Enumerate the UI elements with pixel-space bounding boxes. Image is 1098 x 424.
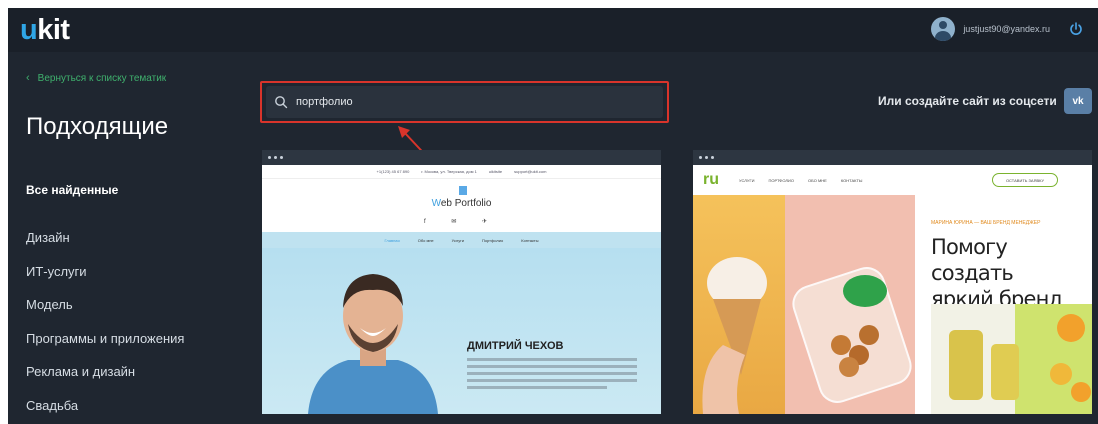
- ukit-logo[interactable]: ukit: [20, 14, 70, 47]
- vk-button[interactable]: vk: [1064, 88, 1092, 114]
- preview-nav-item: ОБО МНЕ: [808, 177, 827, 183]
- top-bar: ukit justjust90@yandex.ru: [8, 8, 1098, 52]
- preview-nav-item: Обо мне: [417, 237, 434, 243]
- power-icon[interactable]: [1068, 21, 1084, 37]
- preview-nav-item: КОНТАКТЫ: [840, 177, 863, 183]
- preview-nav-item: ПОРТФОЛИО: [768, 177, 795, 183]
- category-item[interactable]: Модель: [26, 297, 73, 312]
- preview-text-line: [467, 386, 607, 389]
- card-window-bar: [693, 150, 1092, 165]
- page-title: Подходящие: [26, 113, 169, 140]
- bottles-icon: [949, 304, 1092, 414]
- preview-text-line: [467, 365, 637, 368]
- preview-nav-item: Контакты: [521, 237, 539, 243]
- preview-person-name: ДМИТРИЙ ЧЕХОВ: [467, 340, 564, 352]
- preview-logo: ru: [703, 171, 719, 188]
- social-create-label: Или создайте сайт из соцсети: [878, 94, 1057, 108]
- jar-icon: [792, 267, 912, 403]
- window-dot: [268, 156, 271, 159]
- preview-address: г. Москва, ул. Тверская, дом 1: [421, 169, 477, 174]
- template-card-brand-manager[interactable]: ru УСЛУГИ ПОРТФОЛИО ОБО МНЕ КОНТАКТЫ ОСТ…: [693, 150, 1092, 414]
- preview-person-photo: [308, 274, 438, 414]
- category-item[interactable]: Свадьба: [26, 398, 78, 413]
- preview-phone: +1(123) 45 67 890: [376, 169, 410, 174]
- window-dot: [274, 156, 277, 159]
- preview-text-line: [467, 379, 637, 382]
- window-dot: [280, 156, 283, 159]
- preview-social: uikitsite: [488, 169, 503, 174]
- window-dot: [699, 156, 702, 159]
- preview-nav-item: Главная: [384, 237, 400, 243]
- app-window: ukit justjust90@yandex.ru ‹ Вернуться к …: [8, 8, 1098, 424]
- preview-logo-icon: [459, 186, 467, 195]
- category-all-found[interactable]: Все найденные: [26, 183, 118, 197]
- chevron-left-icon: ‹: [26, 72, 30, 84]
- category-item[interactable]: ИТ-услуги: [26, 264, 87, 279]
- preview-email: support@ukit.com: [514, 169, 547, 174]
- preview-headline: Помогу создать яркий бренд: [931, 235, 1063, 311]
- preview-ice-cream-photo: [693, 195, 785, 414]
- user-menu[interactable]: justjust90@yandex.ru: [931, 17, 1084, 41]
- card-window-bar: [262, 150, 661, 165]
- preview-site-title: Web Portfolio: [431, 198, 492, 209]
- preview-social-icons: f ✉ ✈: [423, 219, 500, 225]
- category-item[interactable]: Реклама и дизайн: [26, 364, 135, 379]
- preview-nav-item: Услуги: [451, 237, 464, 243]
- preview-nav: Главная Обо мне Услуги Портфолио Контакт…: [262, 232, 661, 248]
- back-to-topics-link[interactable]: ‹ Вернуться к списку тематик: [26, 72, 166, 84]
- preview-nav: ru УСЛУГИ ПОРТФОЛИО ОБО МНЕ КОНТАКТЫ ОСТ…: [693, 165, 1092, 195]
- preview-nav-item: УСЛУГИ: [739, 177, 755, 183]
- user-avatar[interactable]: [931, 17, 956, 41]
- template-card-web-portfolio[interactable]: +1(123) 45 67 890 г. Москва, ул. Тверска…: [262, 150, 661, 414]
- preview-text-line: [467, 372, 637, 375]
- ice-cream-icon: [702, 257, 767, 414]
- preview-nav-item: Портфолио: [481, 237, 504, 243]
- window-dot: [711, 156, 714, 159]
- category-item[interactable]: Дизайн: [26, 230, 70, 245]
- user-email[interactable]: justjust90@yandex.ru: [963, 24, 1050, 34]
- search-input[interactable]: [296, 96, 636, 108]
- preview-contact-bar: +1(123) 45 67 890 г. Москва, ул. Тверска…: [262, 165, 661, 179]
- preview-bottles-photo: [931, 304, 1092, 414]
- search-box[interactable]: [266, 86, 663, 118]
- preview-cta-button: ОСТАВИТЬ ЗАЯВКУ: [992, 173, 1058, 187]
- preview-jar-photo: [785, 195, 915, 414]
- back-link-label: Вернуться к списку тематик: [37, 72, 167, 84]
- window-dot: [705, 156, 708, 159]
- search-icon: [275, 96, 288, 109]
- preview-text-line: [467, 358, 637, 361]
- preview-tagline: МАРИНА ЮРИНА — ВАШ БРЕНД МЕНЕДЖЕР: [931, 220, 1041, 226]
- category-item[interactable]: Программы и приложения: [26, 331, 184, 346]
